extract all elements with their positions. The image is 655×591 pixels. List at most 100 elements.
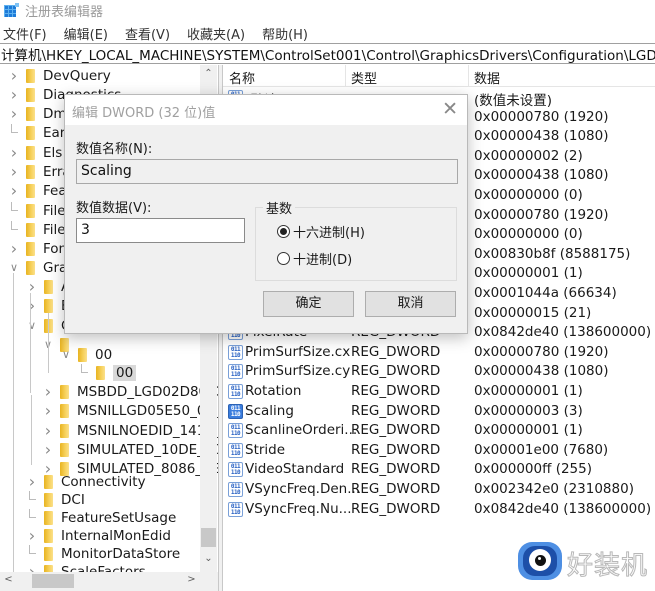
tree-item-label[interactable]: Dm — [43, 106, 67, 122]
column-header-type[interactable]: 类型 — [351, 68, 377, 87]
chevron-down-icon[interactable]: ∨ — [60, 348, 72, 361]
address-bar[interactable]: 计算机\HKEY_LOCAL_MACHINE\SYSTEM\ControlSet… — [0, 43, 655, 64]
tree-item[interactable]: DCI — [26, 490, 85, 509]
chevron-right-icon[interactable]: › — [26, 526, 38, 545]
chevron-right-icon[interactable]: › — [8, 162, 20, 181]
chevron-right-icon[interactable]: › — [8, 143, 20, 162]
tree-item[interactable]: › SIMULATED_10DE_1C — [42, 440, 218, 459]
chevron-right-icon[interactable]: › — [26, 296, 38, 315]
tree-item[interactable]: Earl — [8, 123, 69, 142]
chevron-right-icon[interactable]: › — [8, 104, 20, 123]
value-row[interactable]: 011 110 PrimSurfSize.cx REG_DWORD 0x00000780… — [223, 343, 655, 363]
value-row[interactable]: 011 110 VSyncFreq.Den... REG_DWORD 0x002342e… — [223, 480, 655, 500]
chevron-right-icon[interactable]: › — [8, 181, 20, 200]
tree-item-label[interactable]: FeatureSetUsage — [61, 510, 176, 526]
chevron-right-icon[interactable]: › — [42, 440, 54, 459]
tree-item-label[interactable]: MonitorDataStore — [61, 546, 180, 562]
tree-item-label[interactable]: MSNILLGD05E50_00_ — [77, 403, 218, 419]
menu-file[interactable]: 文件(F) — [0, 24, 53, 43]
chevron-right-icon[interactable]: › — [26, 277, 38, 296]
chevron-right-icon[interactable]: › — [42, 382, 54, 401]
tree-item-label[interactable]: File — [43, 222, 66, 238]
tree-item[interactable]: › Erra — [8, 162, 71, 181]
tree-item-label[interactable]: MSNILNOEDID_1414_ — [77, 423, 218, 439]
column-separator[interactable] — [468, 65, 469, 87]
value-row[interactable]: 011 110 Scaling REG_DWORD 0x00000003 (3) — [223, 402, 655, 422]
menu-favorites[interactable]: 收藏夹(A) — [184, 24, 251, 43]
tree-item[interactable]: MonitorDataStore — [26, 544, 180, 563]
tree-item-label[interactable]: 00 — [113, 364, 137, 381]
scroll-up-icon[interactable]: ⌃ — [200, 68, 217, 79]
value-data-field[interactable]: 3 — [76, 218, 245, 243]
ok-button[interactable]: 确定 — [263, 291, 354, 317]
tree-item[interactable]: ∨ Gra — [8, 258, 67, 277]
value-row[interactable]: 011 110 VSyncFreq.Nu... REG_DWORD 0x0842de40… — [223, 500, 655, 520]
tree-item[interactable]: ∨ 00 — [60, 345, 112, 364]
chevron-right-icon[interactable]: › — [8, 85, 20, 104]
scroll-down-icon[interactable]: ⌄ — [200, 553, 217, 564]
chevron-right-icon[interactable]: › — [8, 66, 20, 85]
radio-checked-icon[interactable] — [277, 225, 290, 238]
column-separator[interactable] — [345, 65, 346, 87]
chevron-down-icon[interactable]: ∨ — [8, 261, 20, 274]
tree-vscroll-thumb[interactable] — [201, 528, 216, 547]
tree-hscroll-thumb[interactable] — [32, 574, 74, 588]
tree-connector — [11, 124, 18, 133]
tree-item-label[interactable]: MSBDD_LGD02D80_C — [77, 384, 218, 400]
column-header-data[interactable]: 数据 — [474, 68, 500, 87]
tree-horizontal-scrollbar[interactable]: < > — [0, 572, 218, 591]
tree-item[interactable]: › Dm — [8, 104, 67, 123]
value-row[interactable]: 011 110 Stride REG_DWORD 0x00001e00 (7680) — [223, 441, 655, 461]
value-row[interactable]: 011 110 PrimSurfSize.cy REG_DWORD 0x00000438… — [223, 362, 655, 382]
folder-icon — [26, 164, 35, 179]
tree-item[interactable]: 00 — [78, 363, 137, 382]
scroll-right-icon[interactable]: > — [183, 574, 200, 585]
chevron-right-icon[interactable]: › — [42, 401, 54, 420]
tree-item-label[interactable]: SIMULATED_10DE_1C — [77, 442, 218, 458]
value-row[interactable]: 011 110 ScanlineOrderi... REG_DWORD 0x000000… — [223, 421, 655, 441]
tree-item[interactable]: › MSBDD_LGD02D80_C — [42, 382, 218, 401]
chevron-right-icon[interactable]: › — [26, 472, 38, 491]
close-icon[interactable]: ✕ — [442, 98, 458, 120]
chevron-right-icon[interactable]: › — [8, 239, 20, 258]
tree-item[interactable]: FeatureSetUsage — [26, 508, 176, 527]
tree-item-label[interactable]: Connectivity — [61, 474, 146, 490]
cancel-button[interactable]: 取消 — [365, 291, 456, 317]
tree-item-label[interactable]: InternalMonEdid — [61, 528, 171, 544]
tree-item[interactable]: › Connectivity — [26, 472, 146, 491]
menu-help[interactable]: 帮助(H) — [259, 24, 314, 43]
tree-item-label[interactable]: File — [43, 203, 66, 219]
radio-hex[interactable]: 十六进制(H) — [277, 222, 365, 241]
scroll-left-icon[interactable]: < — [0, 574, 17, 585]
tree-item[interactable]: › InternalMonEdid — [26, 526, 171, 545]
value-type: REG_DWORD — [351, 383, 441, 399]
chevron-right-icon[interactable]: › — [42, 421, 54, 440]
tree-item[interactable]: › Els — [8, 143, 63, 162]
value-row[interactable]: 011 110 VideoStandard REG_DWORD 0x000000ff (… — [223, 460, 655, 480]
tree-item[interactable]: File — [8, 201, 66, 220]
value-type: REG_DWORD — [351, 441, 441, 458]
tree-item-label[interactable]: DevQuery — [43, 68, 111, 84]
folder-icon — [60, 384, 69, 399]
radio-unchecked-icon[interactable] — [277, 252, 290, 265]
tree-item[interactable]: › MSNILLGD05E50_00_ — [42, 401, 218, 420]
tree-item[interactable]: File — [8, 220, 66, 239]
tree-item-label[interactable]: 00 — [95, 347, 112, 363]
chevron-down-icon[interactable]: ∨ — [26, 319, 38, 332]
value-row[interactable]: 011 110 Rotation REG_DWORD 0x00000001 (1) — [223, 382, 655, 402]
tree-guide-line — [13, 273, 14, 573]
folder-icon — [26, 260, 35, 275]
value-name-field[interactable]: Scaling — [76, 159, 458, 184]
reg-dword-icon: 011110 — [228, 482, 243, 497]
tree-item[interactable]: › Fon — [8, 239, 67, 258]
tree-item-label[interactable]: Els — [43, 145, 62, 161]
radio-dec[interactable]: 十进制(D) — [277, 249, 352, 268]
tree-item-label[interactable]: DCI — [61, 492, 85, 508]
tree-item[interactable]: › DevQuery — [8, 66, 111, 85]
tree-item[interactable]: › MSNILNOEDID_1414_ — [42, 421, 218, 440]
column-header-name[interactable]: 名称 — [229, 68, 255, 87]
tree-item[interactable]: › Fea — [8, 181, 67, 200]
address-path[interactable]: 计算机\HKEY_LOCAL_MACHINE\SYSTEM\ControlSet… — [1, 44, 655, 64]
menu-edit[interactable]: 编辑(E) — [61, 24, 114, 43]
menu-view[interactable]: 查看(V) — [122, 24, 176, 43]
